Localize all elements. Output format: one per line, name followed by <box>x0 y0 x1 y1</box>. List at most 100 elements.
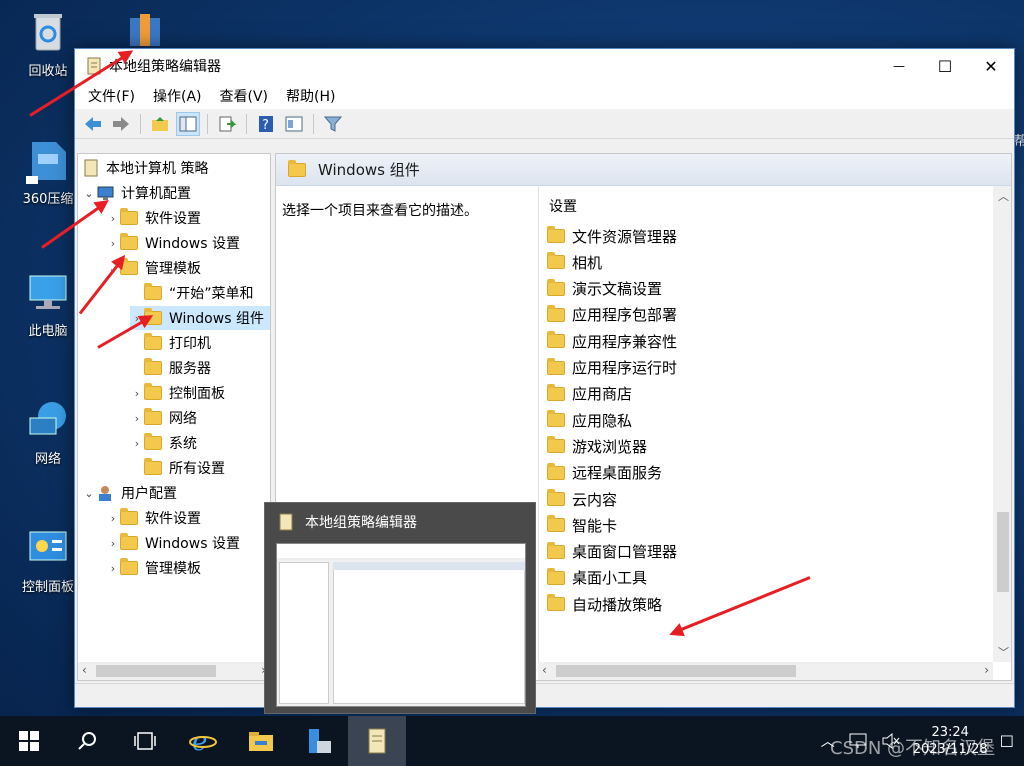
tree-node-label: 本地计算机 策略 <box>106 161 209 177</box>
taskbar-ie[interactable]: e <box>174 716 232 766</box>
settings-list-item[interactable]: 自动播放策略 <box>547 592 662 616</box>
tree-horizontal-scrollbar[interactable]: ‹ › <box>78 662 270 680</box>
settings-list-item[interactable]: 桌面窗口管理器 <box>547 540 677 564</box>
chevron-right-icon[interactable]: › <box>106 212 120 225</box>
desktop-icon-recycle-bin[interactable]: 回收站 <box>15 8 81 79</box>
desktop-icon-network[interactable]: 网络 <box>15 396 81 467</box>
menu-help[interactable]: 帮助(H) <box>277 86 344 106</box>
scroll-up-icon[interactable]: ︿ <box>998 188 1009 204</box>
tree-node-user-admin[interactable]: › 管理模板 <box>106 556 201 580</box>
taskbar-gpedit[interactable] <box>348 716 406 766</box>
folder-icon <box>547 567 565 585</box>
notification-icon[interactable]: ☐ <box>1000 732 1014 751</box>
console-tree: 本地计算机 策略 ⌄ 计算机配置 › 软件设置 › Windows 设置 ⌄ 管… <box>77 153 271 681</box>
scroll-thumb[interactable] <box>997 512 1009 592</box>
menu-action[interactable]: 操作(A) <box>144 86 211 106</box>
properties-button[interactable] <box>282 112 306 136</box>
window-body: 本地计算机 策略 ⌄ 计算机配置 › 软件设置 › Windows 设置 ⌄ 管… <box>75 151 1014 683</box>
scroll-right-icon[interactable]: › <box>984 663 989 677</box>
settings-list-item[interactable]: 应用商店 <box>547 382 632 406</box>
task-view-button[interactable] <box>116 716 174 766</box>
scroll-left-icon[interactable]: ‹ <box>542 663 547 677</box>
desktop-icon-label: 此电脑 <box>28 324 68 339</box>
back-button[interactable] <box>81 112 105 136</box>
search-button[interactable] <box>58 716 116 766</box>
tree-node-server[interactable]: 服务器 <box>130 356 211 380</box>
chevron-right-icon[interactable]: › <box>106 237 120 250</box>
windows-logo-icon <box>19 731 39 751</box>
tree-node-label: “开始”菜单和 <box>169 286 254 302</box>
column-header-setting[interactable]: 设置 <box>549 196 577 216</box>
details-horizontal-scrollbar[interactable]: ‹ › <box>538 662 993 680</box>
settings-list-item[interactable]: 智能卡 <box>547 513 617 537</box>
settings-list-item[interactable]: 相机 <box>547 250 602 274</box>
chevron-right-icon[interactable]: › <box>106 562 120 575</box>
desktop-icon-this-pc[interactable]: 此电脑 <box>15 268 81 339</box>
settings-list-item-label: 自动播放策略 <box>572 595 663 614</box>
chevron-right-icon[interactable]: › <box>106 512 120 525</box>
folder-icon <box>144 433 162 450</box>
filter-button[interactable] <box>321 112 345 136</box>
desktop-icon-control-panel[interactable]: 控制面板 <box>15 524 81 595</box>
show-hide-tree-button[interactable] <box>176 111 200 136</box>
desktop-icon-360zip[interactable]: 360压缩 <box>15 136 81 207</box>
settings-list-item[interactable]: 远程桌面服务 <box>547 461 662 485</box>
tree-node-printers[interactable]: 打印机 <box>130 331 211 355</box>
tree-node-root[interactable]: 本地计算机 策略 <box>82 156 208 180</box>
tree-node-user-config[interactable]: ⌄ 用户配置 <box>82 481 177 505</box>
settings-list-item[interactable]: 应用隐私 <box>547 408 632 432</box>
settings-list-item[interactable]: 应用程序兼容性 <box>547 329 677 353</box>
settings-list-item[interactable]: 文件资源管理器 <box>547 224 677 248</box>
chevron-down-icon[interactable]: ⌄ <box>82 487 96 500</box>
export-list-button[interactable] <box>215 112 239 136</box>
up-level-button[interactable] <box>148 112 172 136</box>
user-config-icon <box>99 486 111 501</box>
tree-node-software-settings[interactable]: › 软件设置 <box>106 206 201 230</box>
tree-node-all-settings[interactable]: 所有设置 <box>130 456 225 480</box>
settings-list-item[interactable]: 应用程序包部署 <box>547 303 677 327</box>
taskbar-thumbnail-preview[interactable]: 本地组策略编辑器 <box>264 502 536 714</box>
settings-list-item-label: 文件资源管理器 <box>572 227 678 246</box>
start-button[interactable] <box>0 716 58 766</box>
title-bar[interactable]: 本地组策略编辑器 — ☐ ✕ <box>75 49 1014 83</box>
menu-file[interactable]: 文件(F) <box>79 86 144 106</box>
control-panel-icon <box>24 524 72 572</box>
help-button[interactable]: ? <box>254 112 278 136</box>
settings-list-item[interactable]: 应用程序运行时 <box>547 356 677 380</box>
close-button[interactable]: ✕ <box>968 49 1014 83</box>
vertical-scrollbar[interactable]: ︿ ﹀ <box>993 186 1011 662</box>
settings-list-item[interactable]: 游戏浏览器 <box>547 434 647 458</box>
internet-explorer-icon: e <box>189 728 217 754</box>
folder-settings-icon <box>144 458 162 475</box>
tree-node-system[interactable]: › 系统 <box>130 431 197 455</box>
chevron-right-icon[interactable]: › <box>130 412 144 425</box>
scroll-thumb[interactable] <box>96 665 216 677</box>
scroll-down-icon[interactable]: ﹀ <box>998 644 1009 660</box>
tree-node-windows-settings[interactable]: › Windows 设置 <box>106 231 240 255</box>
tree-node-start-menu[interactable]: “开始”菜单和 <box>130 281 254 305</box>
menu-view[interactable]: 查看(V) <box>211 86 278 106</box>
chevron-right-icon[interactable]: › <box>130 437 144 450</box>
minimize-button[interactable]: — <box>876 49 922 83</box>
chevron-down-icon[interactable]: ⌄ <box>82 187 96 200</box>
tree-node-label: Windows 组件 <box>169 311 264 327</box>
tree-node-network[interactable]: › 网络 <box>130 406 197 430</box>
settings-list-item[interactable]: 云内容 <box>547 487 617 511</box>
tree-node-user-windows[interactable]: › Windows 设置 <box>106 531 240 555</box>
gpedit-app-icon <box>279 513 293 531</box>
maximize-button[interactable]: ☐ <box>922 49 968 83</box>
settings-list-item[interactable]: 演示文稿设置 <box>547 277 662 301</box>
forward-button[interactable] <box>109 112 133 136</box>
tree-node-label: 系统 <box>169 436 197 452</box>
settings-list-item[interactable]: 桌面小工具 <box>547 566 647 590</box>
taskbar-file-explorer[interactable] <box>232 716 290 766</box>
tree-node-control-panel[interactable]: › 控制面板 <box>130 381 225 405</box>
filter-icon <box>324 116 342 132</box>
chevron-right-icon[interactable]: › <box>106 537 120 550</box>
taskbar-server-manager[interactable] <box>290 716 348 766</box>
tree-node-label: 用户配置 <box>121 486 177 502</box>
tree-node-user-software[interactable]: › 软件设置 <box>106 506 201 530</box>
chevron-right-icon[interactable]: › <box>130 387 144 400</box>
scroll-thumb[interactable] <box>556 665 796 677</box>
scroll-left-icon[interactable]: ‹ <box>82 663 87 677</box>
